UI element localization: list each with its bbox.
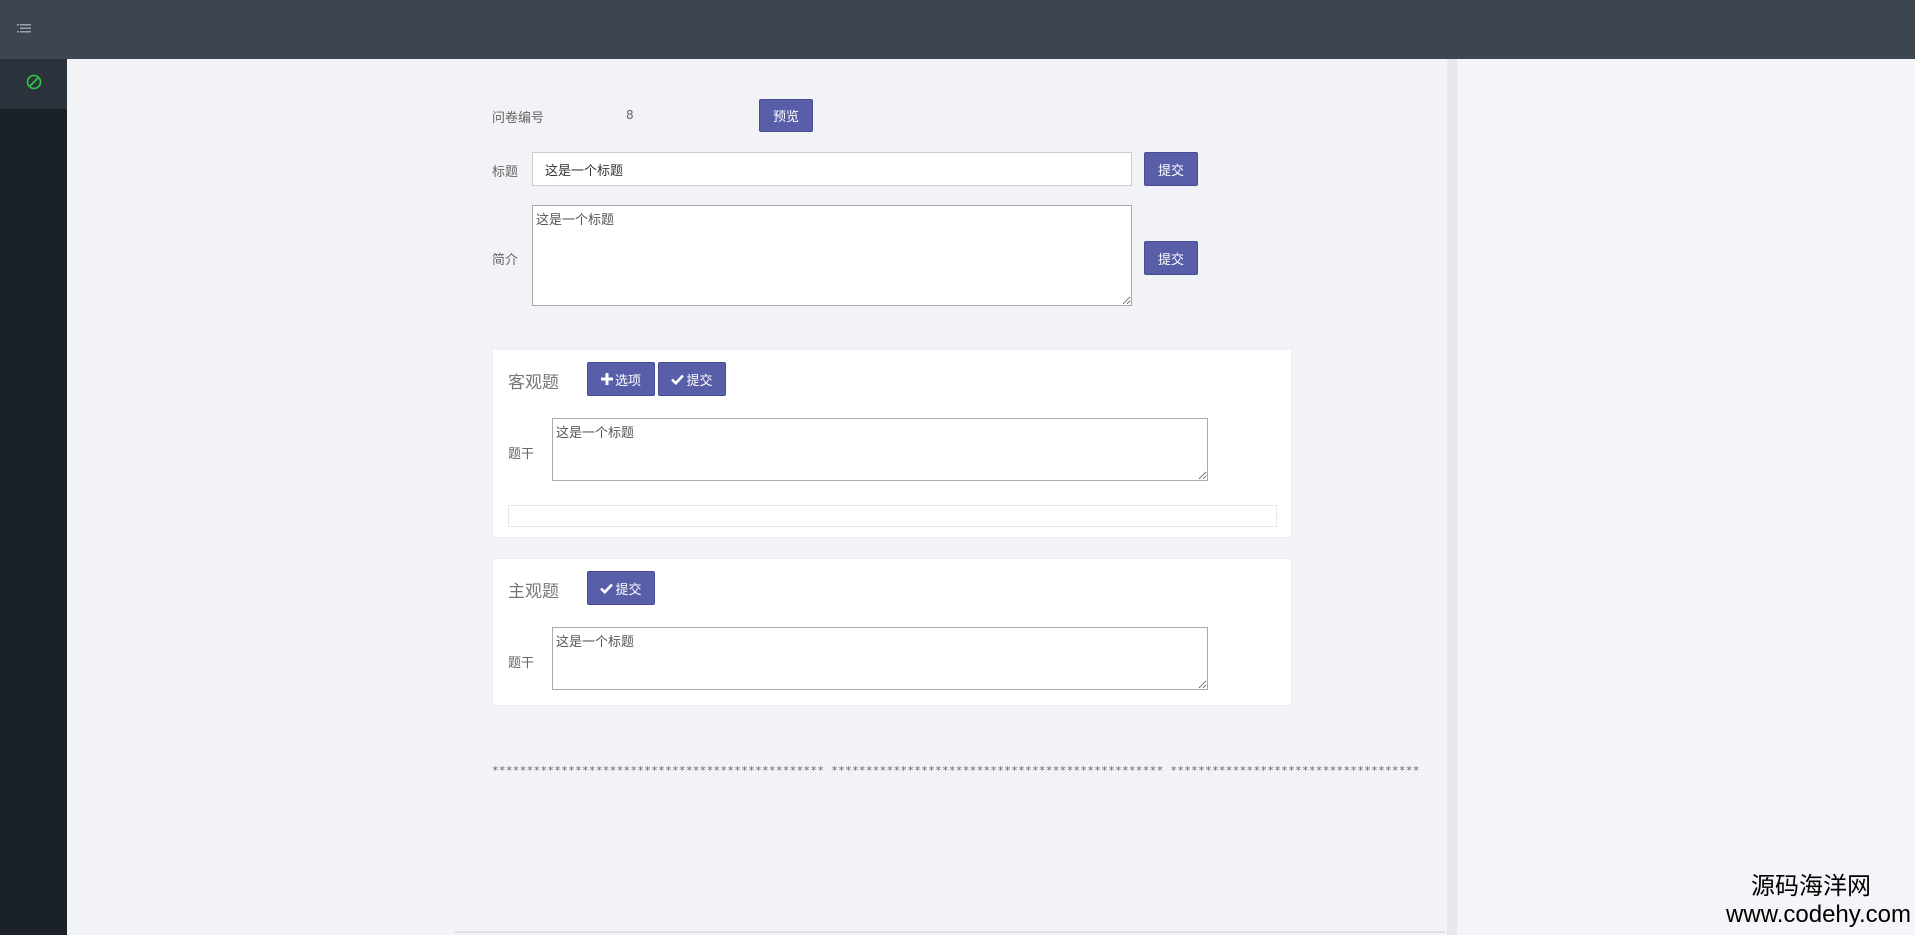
intro-textarea[interactable]: 这是一个标题 [532,205,1132,306]
watermark-name: 源码海洋网 [1751,872,1871,900]
options-list [508,505,1277,527]
top-bar [0,0,1915,59]
subjective-stem-label: 题干 [508,656,535,671]
intro-submit-button[interactable]: 提交 [1144,241,1198,275]
subjective-card-title: 主观题 [508,582,559,602]
list-icon[interactable] [12,17,36,41]
objective-submit-button[interactable]: 提交 [658,362,726,396]
compass-icon [26,74,42,94]
subjective-submit-button[interactable]: 提交 [587,571,655,605]
add-option-label: 选项 [614,373,641,389]
preview-button[interactable]: 预览 [759,99,813,132]
scrollbar[interactable] [1447,59,1457,935]
objective-card-title: 客观题 [508,373,559,393]
subjective-question-card: 主观题 提交 题干 这是一个标题 [492,558,1292,706]
title-input[interactable] [532,152,1132,186]
title-label: 标题 [492,165,519,180]
objective-stem-textarea[interactable]: 这是一个标题 [552,418,1208,481]
plus-icon [600,373,613,385]
subjective-stem-textarea[interactable]: 这是一个标题 [552,627,1208,690]
subjective-submit-label: 提交 [615,582,642,598]
watermark-url: www.codehy.com [1726,901,1911,928]
title-submit-button[interactable]: 提交 [1144,152,1198,186]
watermark: 源码海洋网 www.codehy.com [1726,866,1911,929]
intro-label: 简介 [492,253,519,268]
objective-stem-label: 题干 [508,447,535,462]
objective-submit-label: 提交 [686,373,713,389]
right-pane [1457,59,1915,935]
footer-stars: ****************************************… [492,764,1420,777]
check-icon [671,374,685,385]
add-option-button[interactable]: 选项 [587,362,655,396]
bottom-divider [455,931,1445,933]
sidebar-item-compass[interactable] [0,59,67,109]
check-icon [600,583,614,594]
sidebar [0,59,67,935]
questionnaire-id-label: 问卷编号 [492,111,545,126]
objective-question-card: 客观题 选项 提交 题干 这是一个标题 [492,349,1292,538]
questionnaire-id-value: 8 [626,108,634,122]
